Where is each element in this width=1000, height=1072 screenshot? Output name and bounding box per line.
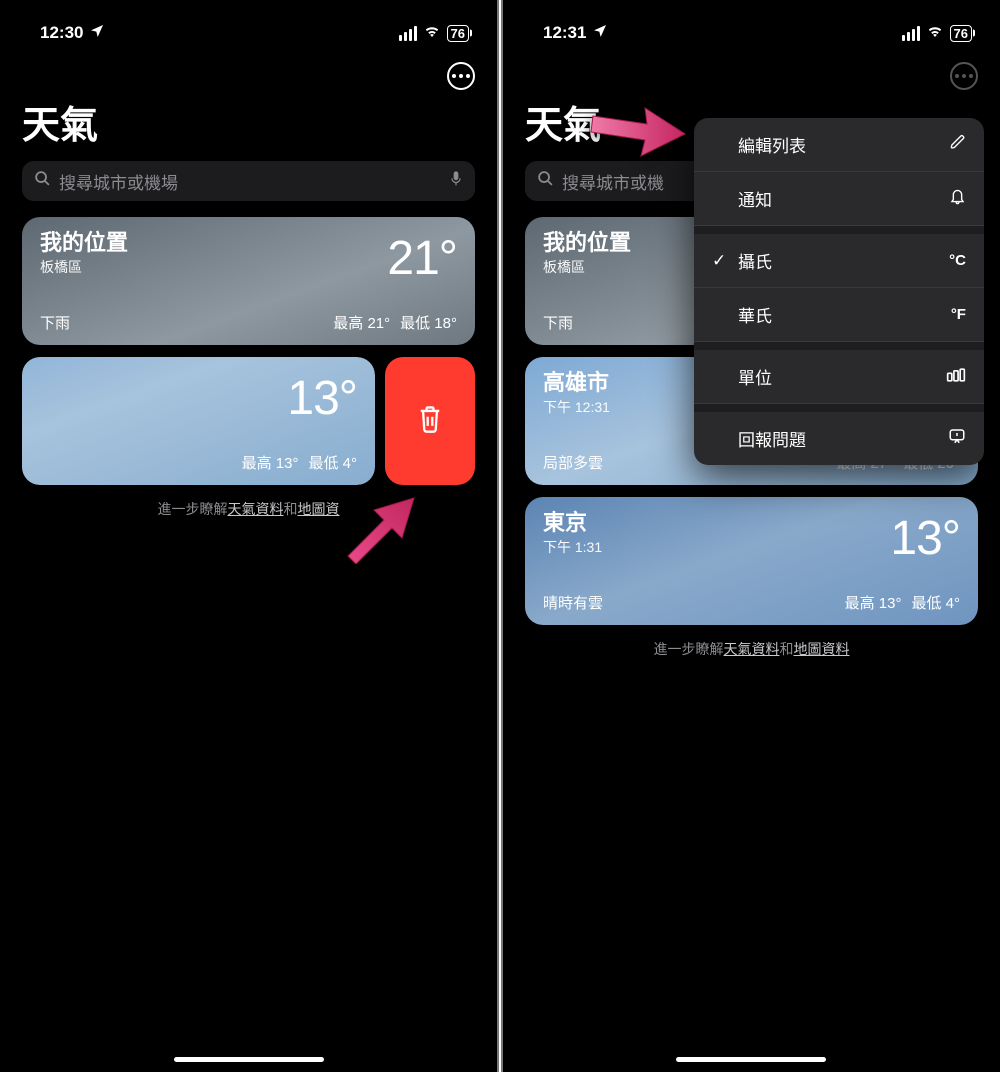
battery-icon: 76 [950,25,972,42]
location-arrow-icon [592,23,608,44]
location-subtitle: 板橋區 [543,257,631,277]
low-temp: 最低 4° [911,592,960,613]
temperature: 13° [890,511,960,566]
condition-text: 下雨 [40,312,70,333]
more-button[interactable] [950,62,978,90]
units-icon [946,367,966,387]
screenshot-left: 12:30 76 天氣 搜尋城市或機場 [0,0,497,1072]
annotation-arrow [589,94,689,162]
weather-card-swiped[interactable]: 13° 最高 13° 最低 4° [22,357,375,485]
search-placeholder: 搜尋城市或機場 [59,169,441,194]
menu-item-edit-list[interactable]: 編輯列表 [694,118,984,172]
location-title: 東京 [543,511,602,535]
status-bar: 12:31 76 [503,0,1000,52]
weather-card-my-location[interactable]: 我的位置 板橋區 21° 下雨 最高 21° 最低 18° [22,217,475,345]
condition-text: 下雨 [543,312,573,333]
ellipsis-icon [452,74,470,78]
menu-item-fahrenheit[interactable]: 華氏 °F [694,288,984,342]
more-button[interactable] [447,62,475,90]
search-input[interactable]: 搜尋城市或機場 [22,161,475,201]
mic-icon[interactable] [449,170,463,193]
location-subtitle: 下午 1:31 [543,537,602,557]
footer-link-map-data[interactable]: 地圖資料 [793,641,849,657]
ellipsis-icon [955,74,973,78]
menu-item-units[interactable]: 單位 [694,350,984,404]
delete-button[interactable] [385,357,475,485]
weather-card-tokyo[interactable]: 東京 下午 1:31 13° 晴時有雲 最高 13° 最低 4° [525,497,978,625]
more-menu: 編輯列表 通知 ✓攝氏 °C 華氏 °F 單位 回報問題 [694,118,984,465]
cellular-icon [902,26,920,41]
status-time: 12:31 [543,23,586,43]
low-temp: 最低 4° [308,452,357,473]
bell-icon [949,187,966,210]
high-temp: 最高 21° [333,312,390,333]
status-time: 12:30 [40,23,83,43]
wifi-icon [423,23,441,43]
cellular-icon [399,26,417,41]
wifi-icon [926,23,944,43]
battery-icon: 76 [447,25,469,42]
status-bar: 12:30 76 [0,0,497,52]
high-temp: 最高 13° [845,592,902,613]
footer-link-weather-data[interactable]: 天氣資料 [228,501,284,517]
home-indicator[interactable] [174,1057,324,1062]
temperature: 21° [387,231,457,286]
page-title: 天氣 [0,90,497,161]
location-title: 我的位置 [40,231,128,255]
menu-item-celsius[interactable]: ✓攝氏 °C [694,234,984,288]
checkmark-icon: ✓ [712,251,728,271]
screenshot-right: 12:31 76 天氣 搜尋城市或機 我 [503,0,1000,1072]
high-temp: 最高 13° [242,452,299,473]
footer-link-weather-data[interactable]: 天氣資料 [723,641,779,657]
home-indicator[interactable] [676,1057,826,1062]
condition-text: 晴時有雲 [543,592,603,613]
annotation-arrow [340,492,424,564]
location-subtitle: 板橋區 [40,257,128,277]
footer-note: 進一步瞭解天氣資料和地圖資料 [525,639,978,659]
low-temp: 最低 18° [400,312,457,333]
trash-icon [416,404,444,439]
report-icon [948,427,966,450]
location-title: 我的位置 [543,231,631,255]
temperature: 13° [287,371,357,426]
menu-item-notifications[interactable]: 通知 [694,172,984,226]
condition-text: 局部多雲 [543,452,603,473]
location-title: 高雄市 [543,371,610,395]
pencil-icon [950,134,966,155]
fahrenheit-symbol: °F [951,306,966,323]
search-icon [34,170,51,192]
location-subtitle: 下午 12:31 [543,397,610,417]
location-arrow-icon [89,23,105,44]
celsius-symbol: °C [949,252,966,269]
search-icon [537,170,554,192]
footer-link-map-data[interactable]: 地圖資 [298,501,340,517]
menu-item-report-issue[interactable]: 回報問題 [694,412,984,465]
